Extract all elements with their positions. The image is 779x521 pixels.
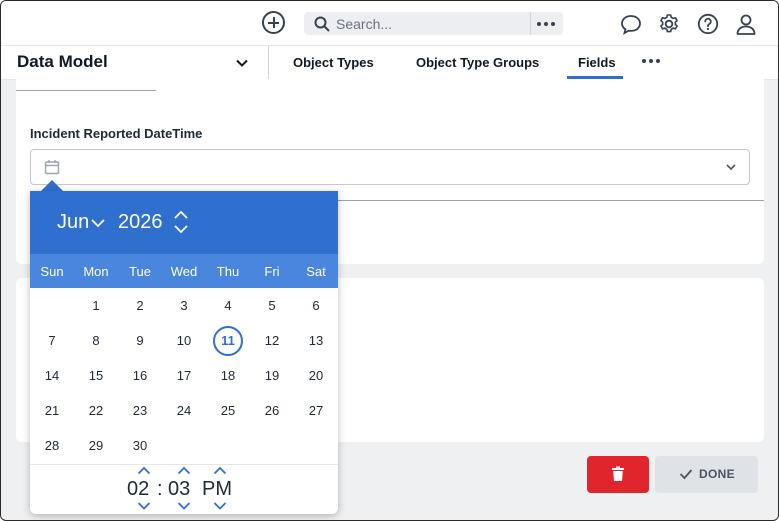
search-more-icon[interactable] — [537, 22, 555, 26]
day-cell[interactable]: 12 — [257, 326, 287, 356]
chevron-down-icon[interactable] — [90, 217, 106, 229]
day-cell[interactable]: 30 — [125, 431, 155, 461]
day-cell[interactable]: 26 — [257, 396, 287, 426]
weekday-label: Tue — [129, 264, 151, 279]
day-cell[interactable]: 9 — [125, 326, 155, 356]
nav-bar: Data Model Object Types Object Type Grou… — [1, 45, 778, 80]
add-circle-icon[interactable] — [262, 11, 285, 34]
chat-icon[interactable] — [620, 13, 642, 35]
search-input[interactable] — [336, 12, 526, 35]
day-cell[interactable]: 1 — [81, 291, 111, 321]
page-title[interactable]: Data Model — [17, 52, 108, 72]
check-icon — [679, 469, 693, 480]
trash-icon — [612, 466, 624, 481]
day-cell[interactable]: 23 — [125, 396, 155, 426]
help-icon[interactable] — [697, 13, 719, 35]
app-window: Data Model Object Types Object Type Grou… — [0, 0, 779, 521]
nav-divider — [268, 46, 269, 80]
day-cell[interactable]: 2 — [125, 291, 155, 321]
hour-value[interactable]: 02 — [127, 478, 149, 501]
weekday-header: Sun Mon Tue Wed Thu Fri Sat — [30, 254, 338, 288]
day-cell[interactable]: 25 — [213, 396, 243, 426]
day-cell[interactable]: 6 — [301, 291, 331, 321]
month-select[interactable]: Jun — [57, 211, 89, 234]
day-cell[interactable]: 17 — [169, 361, 199, 391]
date-picker: Jun 2026 Sun Mon Tue Wed Thu Fri Sat 123456789… — [30, 191, 338, 514]
day-cell[interactable]: 7 — [37, 326, 67, 356]
day-cell[interactable]: 20 — [301, 361, 331, 391]
search-icon — [314, 16, 330, 32]
day-cell[interactable]: 24 — [169, 396, 199, 426]
day-cell[interactable]: 14 — [37, 361, 67, 391]
weekday-label: Sun — [40, 264, 64, 279]
field-label: Incident Reported DateTime — [30, 126, 203, 141]
weekday-label: Mon — [83, 264, 109, 279]
search-box[interactable] — [304, 12, 563, 35]
weekday-label: Wed — [170, 264, 198, 279]
delete-button[interactable] — [587, 456, 649, 493]
weekday-label: Fri — [264, 264, 280, 279]
picker-header: Jun 2026 — [30, 191, 338, 254]
day-cell[interactable]: 5 — [257, 291, 287, 321]
tab-object-types[interactable]: Object Types — [293, 55, 374, 70]
gear-icon[interactable] — [658, 13, 680, 35]
weekday-label: Sat — [306, 264, 326, 279]
minute-value[interactable]: 03 — [168, 478, 190, 501]
day-cell[interactable]: 13 — [301, 326, 331, 356]
weekday-label: Thu — [216, 264, 240, 279]
divider — [16, 90, 156, 91]
chevron-down-icon[interactable] — [235, 56, 249, 70]
day-cell[interactable]: 19 — [257, 361, 287, 391]
day-cell[interactable]: 3 — [169, 291, 199, 321]
divider — [30, 464, 338, 465]
chevron-down-icon[interactable] — [177, 501, 191, 510]
day-cell[interactable]: 15 — [81, 361, 111, 391]
top-bar — [1, 1, 778, 45]
day-cell[interactable]: 22 — [81, 396, 111, 426]
picker-pointer — [41, 180, 63, 191]
day-cell[interactable]: 4 — [213, 291, 243, 321]
chevron-down-icon[interactable] — [137, 501, 151, 510]
chevron-down-icon[interactable] — [173, 224, 189, 234]
period-value[interactable]: PM — [202, 478, 232, 501]
search-divider — [530, 12, 531, 35]
day-cell-selected[interactable]: 11 — [213, 326, 243, 356]
day-cell[interactable]: 27 — [301, 396, 331, 426]
chevron-down-icon[interactable] — [725, 161, 737, 173]
day-cell[interactable]: 21 — [37, 396, 67, 426]
tab-fields[interactable]: Fields — [578, 55, 616, 70]
chevron-up-icon[interactable] — [213, 466, 227, 475]
done-label: DONE — [699, 467, 735, 481]
day-cell[interactable]: 8 — [81, 326, 111, 356]
done-button[interactable]: DONE — [655, 456, 758, 493]
chevron-up-icon[interactable] — [137, 466, 151, 475]
calendar-icon — [44, 160, 60, 175]
more-tabs-icon[interactable] — [642, 59, 660, 63]
day-cell[interactable]: 18 — [213, 361, 243, 391]
day-cell[interactable]: 29 — [81, 431, 111, 461]
day-cell[interactable]: 10 — [169, 326, 199, 356]
day-cell[interactable]: 16 — [125, 361, 155, 391]
tab-object-type-groups[interactable]: Object Type Groups — [416, 55, 539, 70]
chevron-up-icon[interactable] — [173, 210, 189, 220]
year-value[interactable]: 2026 — [118, 211, 163, 234]
day-cell[interactable]: 28 — [37, 431, 67, 461]
user-icon[interactable] — [735, 13, 757, 35]
datetime-field[interactable] — [30, 149, 750, 185]
chevron-up-icon[interactable] — [177, 466, 191, 475]
chevron-down-icon[interactable] — [213, 501, 227, 510]
time-separator: : — [157, 478, 163, 500]
